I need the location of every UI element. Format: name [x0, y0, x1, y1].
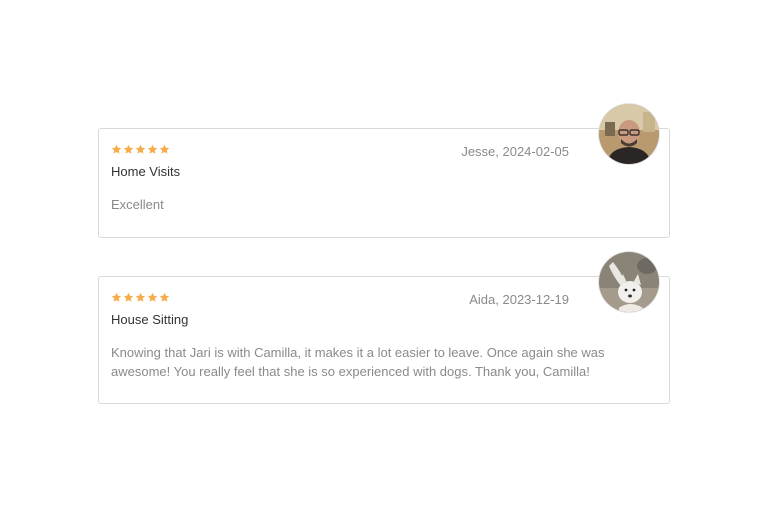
star-icon [111, 144, 122, 155]
review-comment: Knowing that Jari is with Camilla, it ma… [111, 345, 605, 379]
star-icon [147, 144, 158, 155]
star-icon [135, 144, 146, 155]
review-list: Jesse, 2024-02-05 Home Visits Excellent … [0, 0, 768, 512]
star-icon [159, 292, 170, 303]
review-author-date: Aida, 2023-12-19 [469, 292, 569, 307]
review-card: Aida, 2023-12-19 House Sitting Knowing t… [98, 276, 670, 404]
star-rating [111, 144, 170, 155]
star-icon [111, 292, 122, 303]
star-icon [135, 292, 146, 303]
star-rating [111, 292, 170, 303]
star-icon [123, 292, 134, 303]
review-author-date: Jesse, 2024-02-05 [461, 144, 569, 159]
star-icon [159, 144, 170, 155]
review-service-title: House Sitting [111, 312, 189, 327]
user-photo-icon [599, 252, 659, 312]
star-icon [123, 144, 134, 155]
user-photo-icon [599, 104, 659, 164]
avatar [599, 104, 659, 164]
review-comment: Excellent [111, 197, 164, 212]
review-service-title: Home Visits [111, 164, 181, 179]
star-icon [147, 292, 158, 303]
review-card: Jesse, 2024-02-05 Home Visits Excellent [98, 128, 670, 238]
avatar [599, 252, 659, 312]
